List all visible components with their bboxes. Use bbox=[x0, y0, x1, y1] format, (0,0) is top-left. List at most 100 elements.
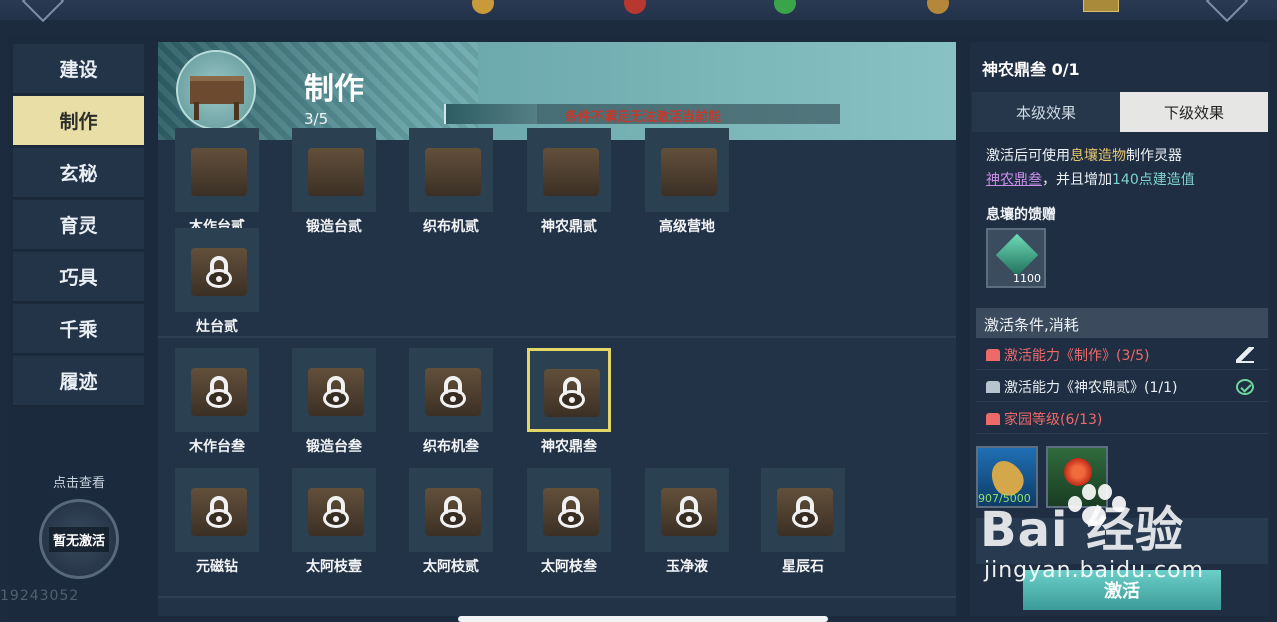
progress-text: 条件不满足无法激活当前能 bbox=[564, 110, 721, 125]
lock-icon bbox=[320, 376, 352, 408]
category-nav: 建设 制作 玄秘 育灵 巧具 千乘 履迹 bbox=[13, 44, 144, 408]
slot-label: 锻造台贰 bbox=[306, 219, 362, 235]
ability-slot[interactable]: 锻造台贰 bbox=[292, 128, 376, 236]
red-gem-icon bbox=[624, 0, 646, 14]
nav-item[interactable]: 建设 bbox=[13, 44, 144, 94]
slot-label: 织布机贰 bbox=[423, 219, 479, 235]
ability-slot[interactable]: 灶台贰 bbox=[175, 228, 259, 336]
row-divider bbox=[158, 336, 956, 338]
desc-highlight-gold: 息壤造物 bbox=[1070, 148, 1126, 164]
ability-slot[interactable]: 神农鼎贰 bbox=[527, 128, 611, 236]
slot-frame[interactable] bbox=[761, 468, 845, 552]
slot-frame[interactable] bbox=[409, 468, 493, 552]
green-gem-icon bbox=[774, 0, 796, 14]
slot-frame[interactable] bbox=[175, 128, 259, 212]
slot-label: 玉净液 bbox=[666, 559, 708, 575]
close-icon[interactable] bbox=[1205, 0, 1249, 23]
ability-slot[interactable]: 锻造台叁 bbox=[292, 348, 376, 456]
condition-text: 激活能力《神农鼎贰》(1/1) bbox=[1004, 380, 1178, 396]
detail-title: 神农鼎叁 0/1 bbox=[982, 60, 1080, 79]
badge-ring-icon[interactable]: 暂无激活 bbox=[39, 499, 119, 579]
slot-frame[interactable] bbox=[175, 348, 259, 432]
recharge-button[interactable] bbox=[1083, 0, 1119, 12]
ability-slot[interactable]: 玉净液 bbox=[645, 468, 729, 576]
desc-text: ，并且增加 bbox=[1042, 172, 1112, 188]
slot-frame[interactable] bbox=[409, 348, 493, 432]
paw-logo-icon bbox=[1062, 482, 1126, 528]
category-header: 制作 3/5 条件不满足无法激活当前能 bbox=[158, 42, 956, 140]
slot-frame[interactable] bbox=[175, 468, 259, 552]
slot-frame[interactable] bbox=[527, 468, 611, 552]
workbench-icon bbox=[176, 50, 256, 130]
category-count: 3/5 bbox=[304, 110, 329, 128]
slot-label: 太阿枝贰 bbox=[423, 559, 479, 575]
desc-link-item[interactable]: 神农鼎叁 bbox=[986, 172, 1042, 188]
slot-frame[interactable] bbox=[292, 348, 376, 432]
item-art-icon bbox=[191, 148, 247, 196]
ability-slot[interactable]: 织布机贰 bbox=[409, 128, 493, 236]
green-crystal-icon bbox=[995, 233, 1039, 277]
back-icon[interactable] bbox=[21, 0, 65, 23]
goto-icon[interactable] bbox=[1236, 347, 1254, 363]
condition-text: 激活能力《制作》(3/5) bbox=[1004, 348, 1150, 364]
slot-frame[interactable] bbox=[645, 468, 729, 552]
lock-icon bbox=[320, 496, 352, 528]
lock-icon bbox=[555, 496, 587, 528]
lock-icon bbox=[437, 496, 469, 528]
slot-label: 太阿枝叁 bbox=[541, 559, 597, 575]
slot-frame[interactable] bbox=[645, 128, 729, 212]
item-art-icon bbox=[661, 148, 717, 196]
badge-hint: 点击查看 bbox=[52, 476, 105, 491]
tab-next-effect[interactable]: 下级效果 bbox=[1120, 92, 1268, 132]
watermark-site: jingyan.baidu.com bbox=[984, 558, 1205, 583]
ability-slot[interactable]: 太阿枝贰 bbox=[409, 468, 493, 576]
home-indicator[interactable] bbox=[458, 616, 828, 622]
desc-text: 激活后可使用 bbox=[986, 148, 1070, 164]
player-uid: 19243052 bbox=[0, 588, 80, 604]
gift-item[interactable]: 1100 bbox=[986, 228, 1046, 288]
slot-frame[interactable] bbox=[292, 128, 376, 212]
tab-current-effect[interactable]: 本级效果 bbox=[972, 92, 1120, 132]
ability-slot[interactable]: 高级营地 bbox=[645, 128, 729, 236]
slot-frame[interactable] bbox=[527, 348, 611, 432]
nav-item[interactable]: 千乘 bbox=[13, 304, 144, 354]
ability-badge[interactable]: 点击查看 暂无激活 bbox=[33, 472, 125, 579]
slot-frame[interactable] bbox=[175, 228, 259, 312]
lock-icon bbox=[203, 256, 235, 288]
slot-frame[interactable] bbox=[527, 128, 611, 212]
lock-icon bbox=[673, 496, 705, 528]
desc-text: 制作灵器 bbox=[1126, 148, 1182, 164]
slot-label: 锻造台叁 bbox=[306, 439, 362, 455]
ability-slot[interactable]: 元磁钻 bbox=[175, 468, 259, 576]
condition-row: 家园等级(6/13) bbox=[976, 404, 1268, 434]
house-icon bbox=[986, 413, 1000, 425]
slot-label: 元磁钻 bbox=[196, 559, 238, 575]
ability-slot[interactable]: 太阿枝叁 bbox=[527, 468, 611, 576]
person-icon bbox=[986, 349, 1000, 361]
item-art-icon bbox=[308, 148, 364, 196]
slot-frame[interactable] bbox=[409, 128, 493, 212]
ability-slot[interactable]: 木作台叁 bbox=[175, 348, 259, 456]
gift-quantity: 1100 bbox=[1013, 272, 1041, 285]
nav-item[interactable]: 育灵 bbox=[13, 200, 144, 250]
badge-status: 暂无激活 bbox=[48, 526, 109, 552]
lock-icon bbox=[789, 496, 821, 528]
nav-item[interactable]: 玄秘 bbox=[13, 148, 144, 198]
lock-icon bbox=[556, 377, 588, 409]
copper-coin-icon bbox=[472, 0, 494, 14]
ability-slot[interactable]: 太阿枝壹 bbox=[292, 468, 376, 576]
conditions-header: 激活条件,消耗 bbox=[976, 308, 1268, 338]
ability-slot[interactable]: 织布机叁 bbox=[409, 348, 493, 456]
nav-item[interactable]: 履迹 bbox=[13, 356, 144, 406]
ability-slot[interactable]: 星辰石 bbox=[761, 468, 845, 576]
nav-item[interactable]: 制作 bbox=[13, 96, 144, 146]
slot-frame[interactable] bbox=[292, 468, 376, 552]
condition-row: 激活能力《神农鼎贰》(1/1) bbox=[976, 372, 1268, 402]
slot-label: 高级营地 bbox=[659, 219, 715, 235]
baidu-watermark: Bai 经验 jingyan.baidu.com bbox=[980, 484, 1240, 583]
slot-label: 灶台贰 bbox=[196, 319, 238, 335]
ability-slot[interactable]: 木作台贰 bbox=[175, 128, 259, 236]
ability-slot[interactable]: 神农鼎叁 bbox=[527, 348, 611, 456]
nav-item[interactable]: 巧具 bbox=[13, 252, 144, 302]
slot-label: 太阿枝壹 bbox=[306, 559, 362, 575]
